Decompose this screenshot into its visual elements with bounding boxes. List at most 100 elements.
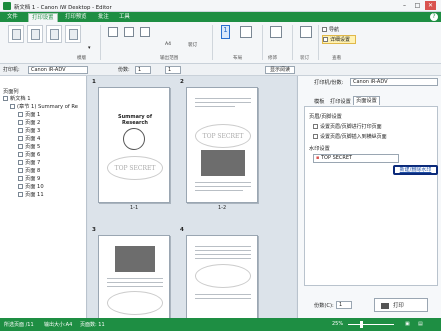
- document-icon: [3, 96, 8, 101]
- zoom-slider-thumb[interactable]: [360, 321, 363, 328]
- tree-page[interactable]: 页面 6: [18, 152, 40, 159]
- watermark-stamp: TOP SECRET: [195, 124, 251, 148]
- layout-count-button[interactable]: 1: [221, 25, 230, 39]
- binding-icon[interactable]: [300, 26, 312, 38]
- preview-area: 1 2 Summary of Research TOP SECRET 1-1 T…: [88, 76, 296, 319]
- tree-page[interactable]: 页面 7: [18, 160, 40, 167]
- template-button-4[interactable]: [65, 25, 81, 43]
- panel-copies-label: 份数(C):: [314, 303, 334, 309]
- tree-page[interactable]: 页面 1: [18, 112, 40, 119]
- template-button-3[interactable]: [46, 25, 62, 43]
- watermark-value: TOP SECRET: [320, 155, 353, 161]
- status-page-count: 页面数: 11: [80, 322, 105, 328]
- fit-page-icon[interactable]: ▤: [418, 321, 423, 327]
- tree-page-label: 页面 4: [25, 136, 41, 142]
- tree-page[interactable]: 页面 9: [18, 176, 40, 183]
- tab-print-preview[interactable]: 打印预览: [62, 13, 90, 22]
- group-binding-label: 装订: [300, 56, 310, 61]
- panel-body: 页眉/页脚设置 设置页眉/页脚进行打印页面 设置页眉/页脚插入到横纵页面 水印设…: [304, 106, 438, 286]
- help-icon[interactable]: ?: [430, 13, 438, 21]
- tab-annotation[interactable]: 批注: [95, 13, 112, 22]
- ribbon-separator: [100, 25, 101, 60]
- copies-label: 份数:: [118, 67, 130, 73]
- header-footer-title: 页眉/页脚设置: [309, 114, 342, 120]
- tree-root[interactable]: 新文档 1: [3, 96, 31, 103]
- new-delete-watermark-link[interactable]: 新建/删除水印: [393, 165, 438, 175]
- tree-page[interactable]: 页面 10: [18, 184, 44, 191]
- page-input[interactable]: 1: [165, 66, 181, 74]
- minimize-icon[interactable]: –: [399, 1, 410, 10]
- sheet-number: 4: [180, 227, 184, 233]
- page-icon: [18, 112, 23, 117]
- page-thumbnail-4[interactable]: [186, 235, 258, 319]
- page-thumbnail-2[interactable]: TOP SECRET: [186, 87, 258, 203]
- display-button[interactable]: 显示阅读: [265, 66, 295, 74]
- watermark-stamp: TOP SECRET: [107, 156, 163, 180]
- close-icon[interactable]: ✕: [425, 1, 436, 10]
- group-layout-label: 布局: [233, 56, 243, 61]
- print-button-label: 打印: [393, 303, 404, 309]
- copies-input[interactable]: 1: [135, 66, 151, 74]
- panel-tab-page-settings[interactable]: 页面设置: [353, 96, 380, 105]
- printer-label: 打印机:: [3, 67, 20, 73]
- tab-print-settings[interactable]: 打印设置: [28, 13, 58, 22]
- template-button-2[interactable]: [27, 25, 43, 43]
- tab-file[interactable]: 文件: [4, 13, 21, 22]
- header-footer-checkbox-2[interactable]: 设置页眉/页脚插入到横纵页面: [313, 133, 387, 140]
- template-more-icon[interactable]: ▾: [88, 45, 94, 51]
- detail-settings-panel: 打印机/份数: Canon iR-ADV 模板 打印设置 页面设置 页眉/页脚设…: [297, 76, 441, 318]
- tree-page[interactable]: 页面 8: [18, 168, 40, 175]
- maximize-icon[interactable]: □: [412, 1, 423, 10]
- tree-page[interactable]: 页面 5: [18, 144, 40, 151]
- tree-page[interactable]: 页面 3: [18, 128, 40, 135]
- tree-page[interactable]: 页面 11: [18, 192, 44, 199]
- printer-select-panel[interactable]: Canon iR-ADV: [350, 78, 438, 86]
- photo-image: [115, 246, 155, 272]
- panel-copies-input[interactable]: 1: [336, 301, 352, 309]
- layout-icon[interactable]: [240, 26, 252, 38]
- tree-page-label: 页面 1: [25, 112, 41, 118]
- view-mode-icon[interactable]: ▣: [405, 321, 410, 327]
- watermark-settings-title: 水印设置: [309, 146, 330, 152]
- page-icon: [18, 128, 23, 133]
- tree-page[interactable]: 页面 2: [18, 120, 40, 127]
- printer-icon: [381, 302, 389, 309]
- tree-page-label: 页面 7: [25, 160, 41, 166]
- zoom-slider[interactable]: [348, 324, 394, 325]
- printer-select[interactable]: Canon iR-ADV: [28, 66, 88, 74]
- watermark-stamp-shape: [107, 291, 163, 315]
- tree-page-label: 页面 10: [25, 184, 44, 190]
- page-icon: [18, 176, 23, 181]
- watermark-select[interactable]: ▪ TOP SECRET: [313, 154, 399, 163]
- page-thumbnail-3[interactable]: [98, 235, 170, 319]
- navigation-checkbox-icon: [322, 27, 327, 32]
- tree-page[interactable]: 页面 4: [18, 136, 40, 143]
- tree-header: 页面列: [3, 89, 19, 95]
- binding-label[interactable]: 装订: [188, 42, 197, 48]
- title-bar: 新文档 1 - Canon iW Desktop - Editor – □ ✕: [0, 0, 441, 12]
- status-selected-pages: 所选页面 /11: [4, 322, 34, 328]
- page-icon: [18, 120, 23, 125]
- navigation-toggle[interactable]: 导航: [322, 26, 354, 34]
- tree-page-label: 页面 9: [25, 176, 41, 182]
- page-thumbnail-1[interactable]: Summary of Research TOP SECRET: [98, 87, 170, 203]
- detail-settings-toggle[interactable]: 详细设置: [322, 35, 356, 44]
- checkbox-2-label: 设置页眉/页脚插入到横纵页面: [320, 134, 387, 140]
- tree-page-label: 页面 5: [25, 144, 41, 150]
- print-button[interactable]: 打印: [374, 298, 428, 312]
- tree-document[interactable]: (章节 1) Summary of Re: [10, 104, 78, 111]
- panel-tab-template[interactable]: 模板: [314, 98, 324, 105]
- section-icon: [10, 104, 15, 109]
- app-icon: [3, 2, 11, 10]
- tree-page-label: 页面 8: [25, 168, 41, 174]
- window-title: 新文档 1 - Canon iW Desktop - Editor: [14, 5, 112, 11]
- tree-page-label: 页面 3: [25, 128, 41, 134]
- tab-tools[interactable]: 工具: [116, 13, 133, 22]
- finishing-icon[interactable]: [270, 26, 282, 38]
- output-range-icons[interactable]: [108, 25, 153, 41]
- header-footer-checkbox-1[interactable]: 设置页眉/页脚进行打印页面: [313, 123, 382, 130]
- paper-size-label[interactable]: A4: [165, 42, 171, 47]
- template-button-1[interactable]: [8, 25, 24, 43]
- panel-tab-print-settings[interactable]: 打印设置: [330, 98, 351, 105]
- checkbox-1-label: 设置页眉/页脚进行打印页面: [320, 124, 382, 130]
